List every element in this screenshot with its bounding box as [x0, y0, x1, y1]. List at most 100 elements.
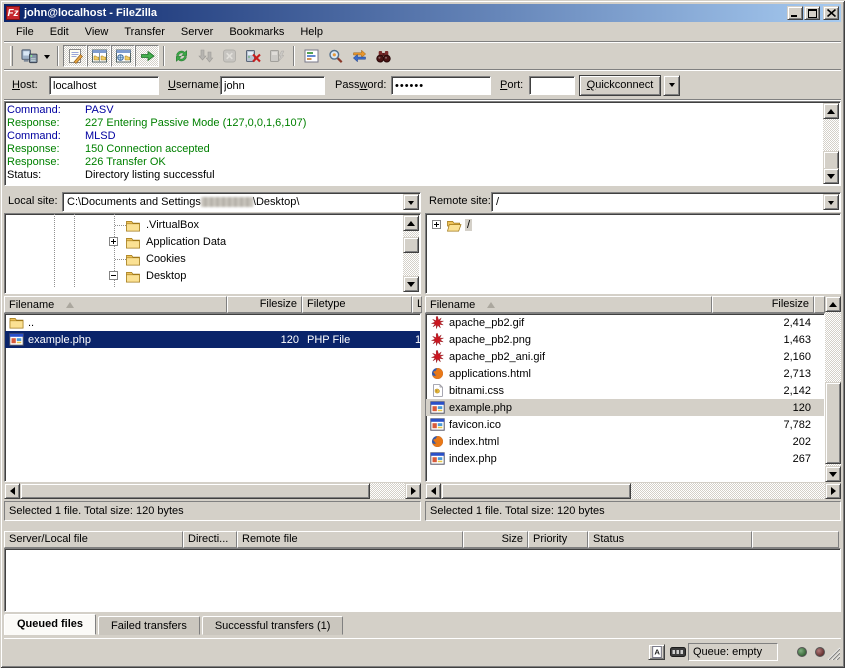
remote-file-row-index-php[interactable]: index.php 267 [426, 450, 824, 467]
log-line-response: Response:150 Connection accepted [7, 143, 822, 156]
datatype-ascii-icon[interactable]: A [648, 644, 665, 660]
remote-directory-tree[interactable]: / [425, 213, 841, 294]
tab-queued-files[interactable]: Queued files [4, 614, 96, 635]
menu-server[interactable]: Server [173, 24, 221, 40]
toolbar-refresh-button[interactable] [169, 45, 193, 67]
username-input[interactable] [220, 76, 325, 95]
scrollbar-thumb[interactable] [20, 483, 370, 499]
activity-led-green [797, 647, 807, 657]
toolbar-toggle-transfer-queue-button[interactable] [135, 45, 159, 67]
queue-header-column-size[interactable]: Size [463, 531, 528, 548]
quickconnect-button[interactable]: Quickconnect [579, 75, 661, 96]
svg-text:A: A [654, 648, 660, 657]
tree-node-[interactable]: / [446, 217, 472, 233]
tree-node-virtualbox[interactable]: .VirtualBox [125, 217, 201, 233]
local-tree-scrollbar[interactable] [403, 215, 419, 292]
toolbar-reconnect-button[interactable] [265, 45, 289, 67]
file-size: 7,782 [713, 419, 815, 431]
queue-header-column-remote-file[interactable]: Remote file [237, 531, 463, 548]
tree-node-application-data[interactable]: Application Data [125, 234, 228, 250]
queue-header-column-directi[interactable]: Directi... [183, 531, 237, 548]
log-scrollbar[interactable] [823, 103, 839, 184]
remote-file-row-favicon-ico[interactable]: favicon.ico 7,782 [426, 416, 824, 433]
local-header-column-filetype[interactable]: Filetype [302, 296, 412, 313]
remote-site-combobox[interactable]: / [491, 192, 841, 212]
remote-file-row-applications-html[interactable]: applications.html 2,713 [426, 365, 824, 382]
local-header-column-filesize[interactable]: Filesize [227, 296, 302, 313]
toolbar-directory-listing-filters-button[interactable] [299, 45, 323, 67]
remote-file-row-apache-pb2-png[interactable]: apache_pb2.png 1,463 [426, 331, 824, 348]
file-size: 202 [713, 436, 815, 448]
remote-header-column-filler[interactable] [814, 296, 825, 313]
toolbar-process-queue-button[interactable] [193, 45, 217, 67]
scroll-left-icon [427, 487, 436, 495]
local-file-list[interactable]: .. example.php 120 PHP File 1 [4, 313, 421, 482]
tab-successful-transfers-1[interactable]: Successful transfers (1) [202, 616, 344, 635]
remote-file-row-apache-pb2-ani-gif[interactable]: apache_pb2_ani.gif 2,160 [426, 348, 824, 365]
queue-header-column-status[interactable]: Status [588, 531, 752, 548]
quickconnect-dropdown-button[interactable] [663, 75, 680, 96]
menu-file[interactable]: File [8, 24, 42, 40]
local-header-column-filename[interactable]: Filename [4, 296, 227, 313]
toolbar-toggle-remote-tree-button[interactable] [111, 45, 135, 67]
php-icon [9, 333, 24, 346]
tree-node-cookies[interactable]: Cookies [125, 251, 188, 267]
queue-header-column-priority[interactable]: Priority [528, 531, 588, 548]
minimize-button[interactable] [787, 6, 803, 20]
resize-grip[interactable] [827, 647, 840, 663]
file-name: index.html [449, 436, 499, 448]
local-directory-tree[interactable]: .VirtualBoxApplication DataCookiesDeskto… [4, 213, 421, 294]
port-input[interactable] [529, 76, 575, 95]
local-file-row-example-php[interactable]: example.php 120 PHP File 1 [5, 331, 420, 348]
remote-list-scrollbar[interactable] [825, 296, 841, 482]
toolbar-synchronized-browsing-button[interactable] [347, 45, 371, 67]
toolbar-toggle-local-tree-button[interactable] [87, 45, 111, 67]
remote-file-row-bitnami-css[interactable]: bitnami.css 2,142 [426, 382, 824, 399]
toolbar-cancel-operation-button[interactable] [217, 45, 241, 67]
remote-header-column-filesize[interactable]: Filesize [712, 296, 814, 313]
tree-node-desktop[interactable]: Desktop [125, 268, 188, 284]
remote-file-row-example-php[interactable]: example.php 120 [426, 399, 824, 416]
scrollbar-thumb[interactable] [441, 483, 631, 499]
menu-transfer[interactable]: Transfer [116, 24, 173, 40]
toolbar-site-manager-button[interactable] [17, 45, 41, 67]
toolbar-grip[interactable] [10, 46, 13, 66]
remote-file-list[interactable]: apache_pb2.gif 2,414 apache_pb2.png 1,46… [425, 313, 825, 482]
transfer-queue-list[interactable] [4, 548, 841, 612]
maximize-button[interactable] [804, 6, 820, 20]
local-list-hscrollbar[interactable] [4, 483, 421, 499]
toolbar-disconnect-button[interactable] [241, 45, 265, 67]
local-header-column-l[interactable]: L [412, 296, 422, 313]
queue-header-column-filler[interactable] [752, 531, 839, 548]
local-site-combobox[interactable]: C:\Documents and Settings\Desktop\ [62, 192, 421, 212]
tree-expander-minus[interactable] [109, 271, 118, 280]
menu-bookmarks[interactable]: Bookmarks [221, 24, 292, 40]
remote-header-column-filename[interactable]: Filename [425, 296, 712, 313]
remote-list-hscrollbar[interactable] [425, 483, 841, 499]
tab-failed-transfers[interactable]: Failed transfers [98, 616, 200, 635]
menu-view[interactable]: View [77, 24, 117, 40]
host-input[interactable] [49, 76, 159, 95]
toolbar-site-manager-dropdown[interactable] [41, 45, 53, 67]
scrollbar-thumb[interactable] [403, 237, 419, 253]
tree-expander-plus[interactable] [432, 220, 441, 229]
log-line-label: Status: [7, 169, 85, 182]
local-site-dropdown[interactable] [403, 194, 419, 210]
menu-help[interactable]: Help [292, 24, 331, 40]
queue-header-column-server-local-file[interactable]: Server/Local file [4, 531, 183, 548]
title-bar[interactable]: Fz john@localhost - FileZilla [4, 4, 841, 22]
password-input[interactable] [391, 76, 491, 95]
close-button[interactable] [823, 6, 839, 20]
toolbar-directory-comparison-button[interactable] [323, 45, 347, 67]
toolbar-find-files-button[interactable] [371, 45, 395, 67]
remote-site-dropdown[interactable] [823, 194, 839, 210]
scrollbar-thumb[interactable] [825, 382, 841, 464]
local-file-row-parent-dir[interactable]: .. [5, 314, 420, 331]
menu-edit[interactable]: Edit [42, 24, 77, 40]
speed-limits-icon[interactable] [670, 647, 686, 660]
remote-file-row-apache-pb2-gif[interactable]: apache_pb2.gif 2,414 [426, 314, 824, 331]
toolbar-toggle-message-log-button[interactable] [63, 45, 87, 67]
scroll-down-icon [407, 282, 415, 291]
remote-file-row-index-html[interactable]: index.html 202 [426, 433, 824, 450]
tree-expander-plus[interactable] [109, 237, 118, 246]
